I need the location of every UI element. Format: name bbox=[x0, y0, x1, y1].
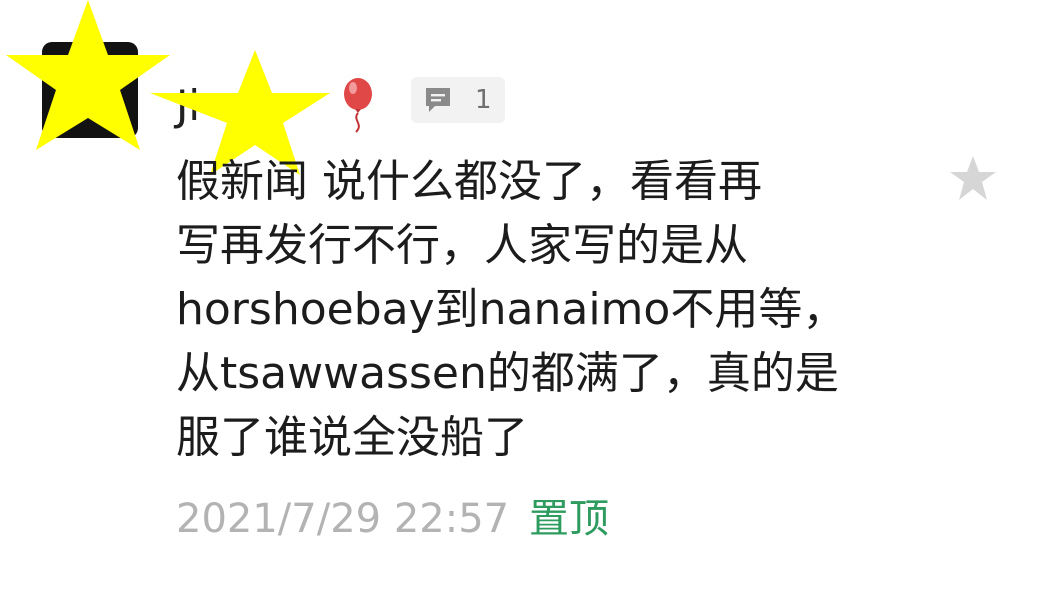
balloon-icon bbox=[344, 78, 372, 133]
reply-count: 1 bbox=[475, 85, 492, 115]
comment-icon bbox=[426, 88, 450, 112]
username[interactable]: Ji u bbox=[176, 80, 240, 132]
pin-button[interactable]: 置顶 bbox=[529, 494, 609, 544]
comment-line: 写再发行不行，人家写的是从 bbox=[176, 220, 748, 271]
avatar[interactable] bbox=[42, 42, 138, 138]
username-text: Ji u bbox=[176, 81, 241, 130]
comment-line: 从tsawwassen的都满了，真的是 bbox=[176, 348, 839, 399]
comment-line: 假新闻 说什么都没了，看看再 bbox=[176, 156, 762, 207]
comment-line: 服了谁说全没船了 bbox=[176, 412, 528, 463]
timestamp: 2021/7/29 22:57 bbox=[176, 496, 510, 542]
comment-card: Ji u 1 假新闻 说什么都没了，看看再 写再发行不行，人家写的是从 hors… bbox=[0, 0, 1049, 589]
reply-button[interactable]: 1 bbox=[411, 77, 505, 123]
star-icon[interactable] bbox=[948, 154, 998, 204]
comment-body: 假新闻 说什么都没了，看看再 写再发行不行，人家写的是从 horshoebay到… bbox=[176, 150, 896, 470]
comment-line: horshoebay到nanaimo不用等， bbox=[176, 284, 847, 335]
